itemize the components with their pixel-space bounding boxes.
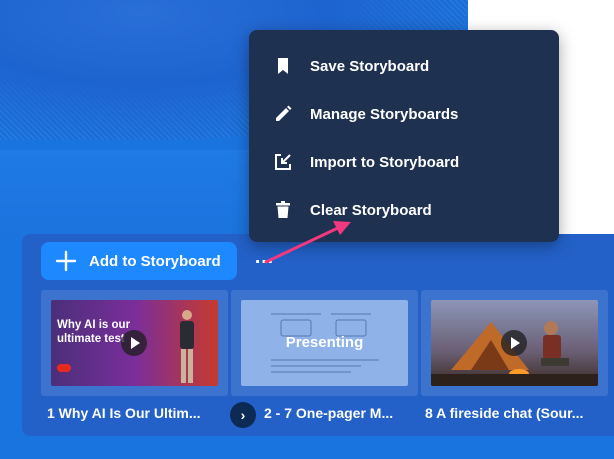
trash-icon: [276, 201, 290, 218]
pencil-icon: [276, 105, 292, 121]
storyboard-options-menu: Save Storyboard Manage Storyboards Impor…: [249, 30, 559, 242]
chevron-right-icon[interactable]: ›: [230, 402, 256, 428]
storyboard-clip-2[interactable]: Presenting: [231, 290, 418, 396]
clip-3-caption: 8 A fireside chat (Sour...: [425, 405, 584, 421]
storyboard-clip-1[interactable]: Why AI is our ultimate test: [41, 290, 228, 396]
bookmark-icon: [278, 58, 288, 74]
storyboard-clip-3[interactable]: [421, 290, 608, 396]
add-to-storyboard-label: Add to Storyboard: [89, 252, 221, 270]
menu-item-clear-storyboard[interactable]: Clear Storyboard: [249, 186, 559, 234]
clip-3-thumbnail: [431, 300, 598, 386]
clip-2-slide-text: Presenting: [285, 334, 364, 351]
clip-2-thumbnail: Presenting: [241, 300, 408, 386]
menu-item-label: Import to Storyboard: [310, 153, 460, 171]
play-icon[interactable]: [501, 330, 527, 356]
import-icon: [275, 154, 291, 170]
menu-item-label: Manage Storyboards: [310, 105, 459, 123]
add-to-storyboard-button[interactable]: Add to Storyboard: [41, 242, 237, 280]
menu-item-label: Clear Storyboard: [310, 201, 432, 219]
speaker-figure: [180, 310, 194, 383]
clip-1-thumbnail: Why AI is our ultimate test: [51, 300, 218, 386]
more-options-button[interactable]: …: [254, 247, 278, 268]
clip-2-caption: 2 - 7 One-pager M...: [264, 405, 394, 421]
clip-1-caption: 1 Why AI Is Our Ultim...: [47, 405, 201, 421]
menu-item-manage-storyboards[interactable]: Manage Storyboards: [249, 90, 559, 138]
menu-item-import-to-storyboard[interactable]: Import to Storyboard: [249, 138, 559, 186]
ted-logo: [57, 364, 71, 372]
menu-item-save-storyboard[interactable]: Save Storyboard: [249, 42, 559, 90]
menu-item-label: Save Storyboard: [310, 57, 430, 75]
play-icon[interactable]: [121, 330, 147, 356]
plus-icon: [55, 250, 77, 272]
